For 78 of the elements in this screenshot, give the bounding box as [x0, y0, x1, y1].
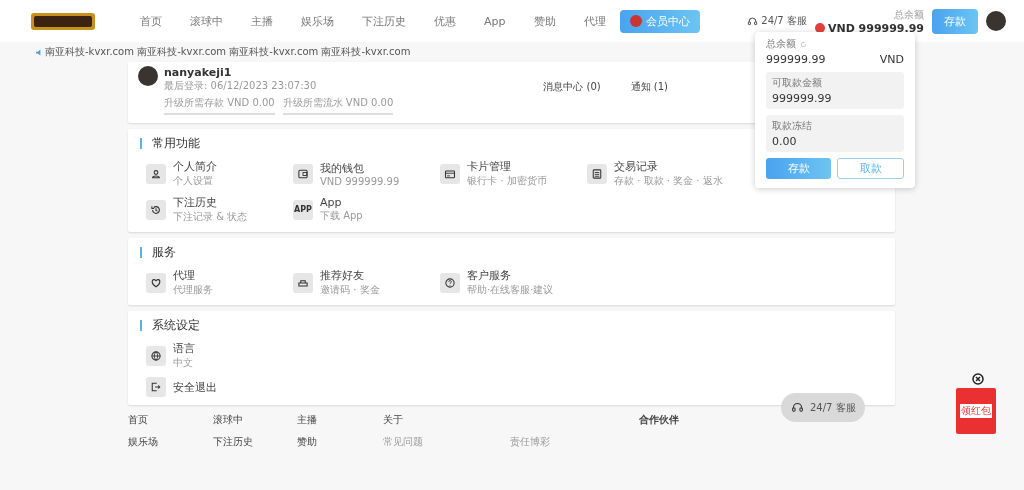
menu-item-subtitle: 中文 [173, 356, 194, 370]
footer-heading[interactable]: 滚球中 [213, 413, 243, 427]
menu-item-subtitle: 个人设置 [173, 174, 214, 188]
nav-tab[interactable]: 娱乐场 [287, 13, 348, 29]
balance-label: 总余额 [894, 7, 924, 22]
menu-item-label[interactable]: 交易记录 [614, 159, 723, 174]
footer-heading[interactable]: 首页 [128, 413, 148, 427]
username: nanyakeji1 [164, 66, 233, 79]
menu-item-subtitle: 代理服务 [173, 283, 213, 297]
history-icon [146, 199, 166, 220]
support-link[interactable]: 24/7 客服 [761, 14, 807, 28]
menu-item-subtitle: 下注记录 & 状态 [173, 210, 248, 224]
menu-item-label[interactable]: App [320, 196, 363, 209]
user-avatar [138, 66, 158, 86]
total-balance-label: 总余额 [766, 37, 796, 51]
headset-icon [747, 15, 759, 27]
headset-icon [791, 401, 804, 414]
menu-item-label[interactable]: 客户服务 [467, 268, 554, 283]
footer-heading[interactable]: 合作伙伴 [639, 413, 679, 427]
menu-item-label[interactable]: 下注历史 [173, 195, 248, 210]
upgrade-deposit: 升级所需存款 VND 0.00 [164, 96, 275, 115]
avatar[interactable] [986, 11, 1006, 31]
menu-item-subtitle: 帮助·在线客服·建议 [467, 283, 554, 297]
list-icon [587, 163, 607, 184]
menu-item-label[interactable]: 卡片管理 [467, 159, 547, 174]
menu-item-subtitle: 邀请码 · 奖金 [320, 283, 380, 297]
upgrade-turnover: 升级所需流水 VND 0.00 [282, 96, 394, 115]
frozen-amount: 0.00 [772, 135, 798, 148]
footer-link[interactable]: 下注历史 [213, 435, 253, 449]
menu-item-label[interactable]: 语言 [173, 341, 195, 356]
nav-tab[interactable]: App [470, 14, 520, 28]
last-login: 最后登录: 06/12/2023 23:07:30 [164, 79, 318, 93]
menu-item-label[interactable]: 安全退出 [173, 379, 217, 395]
marquee-text: 南亚科技-kvxr.com 南亚科技-kvxr.com 南亚科技-kvxr.com 南亚科技-kvxr.com [45, 45, 411, 59]
withdrawable-label: 可取款金额 [772, 76, 823, 90]
menu-item-label[interactable]: 推荐好友 [320, 268, 380, 283]
inbox-icon [293, 272, 313, 293]
section-title: 常用功能 [152, 135, 200, 152]
gift-envelope[interactable]: 领红包 [956, 388, 996, 434]
nav-tab[interactable]: 滚球中 [176, 13, 237, 29]
app-icon: APP [293, 199, 313, 220]
globe-icon [146, 345, 166, 366]
nav-tab[interactable]: 主播 [237, 13, 287, 29]
menu-item-label[interactable]: 我的钱包 [320, 160, 400, 176]
total-balance: 999999.99 [766, 53, 826, 66]
card-icon [440, 163, 460, 184]
wallet-icon [293, 163, 313, 184]
menu-item-subtitle: 银行卡 · 加密货币 [467, 174, 547, 188]
menu-item-subtitle: 下载 App [320, 209, 363, 223]
support-button[interactable]: 24/7 客服 [781, 393, 865, 422]
logo-icon[interactable] [30, 10, 96, 32]
section-title: 服务 [152, 244, 176, 261]
menu-item-label[interactable]: 个人简介 [173, 159, 217, 174]
menu-item-subtitle: 存款 · 取款 · 奖金 · 返水 [614, 174, 723, 188]
withdrawable-amount: 999999.99 [772, 92, 833, 105]
speaker-icon [36, 48, 43, 56]
question-icon [440, 272, 460, 293]
menu-item-label[interactable]: 代理 [173, 268, 213, 283]
close-icon[interactable] [972, 373, 984, 385]
footer-heading[interactable]: 主播 [297, 413, 317, 427]
nav-tab[interactable]: 赞助 [519, 13, 570, 29]
balance-amount[interactable]: VND 999999.99 [827, 21, 924, 35]
footer-link[interactable]: 娱乐场 [128, 435, 158, 449]
logout-icon [146, 377, 166, 397]
message-center-link[interactable]: 消息中心 (0) [543, 80, 601, 94]
nav-tab[interactable]: 代理 [569, 13, 620, 29]
notice-link[interactable]: 通知 (1) [630, 80, 668, 94]
nav-tab[interactable]: 下注历史 [348, 13, 420, 29]
footer-link[interactable]: 赞助 [297, 435, 317, 449]
menu-item-subtitle: VND 999999.99 [320, 175, 400, 187]
nav-tab[interactable]: 首页 [126, 13, 176, 29]
section-title: 系统设定 [152, 317, 200, 334]
nav-tab[interactable]: 优惠 [420, 13, 470, 29]
frozen-label: 取款冻结 [772, 119, 813, 133]
envelope-label: 领红包 [960, 404, 992, 418]
footer-heading[interactable]: 关于 [383, 413, 403, 427]
person-icon [146, 163, 166, 184]
currency: VND [879, 53, 904, 66]
